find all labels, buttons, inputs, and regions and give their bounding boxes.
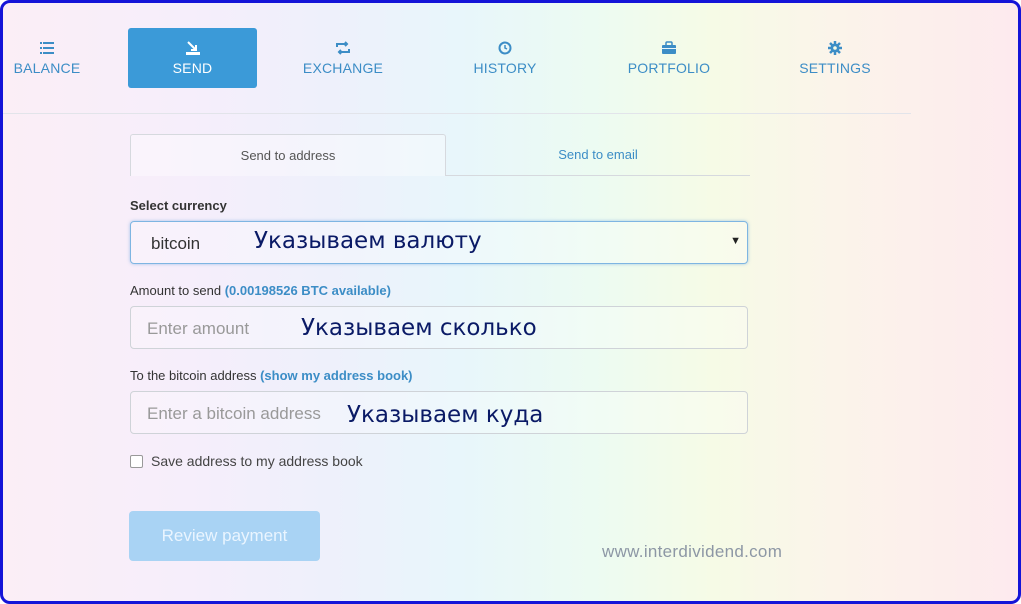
save-address-label: Save address to my address book	[151, 453, 363, 469]
save-address-row: Save address to my address book	[130, 453, 363, 469]
address-annotation: Указываем куда	[347, 402, 544, 428]
address-placeholder: Enter a bitcoin address	[147, 404, 321, 423]
nav-settings-label: SETTINGS	[799, 59, 871, 76]
nav-exchange-label: EXCHANGE	[302, 59, 384, 76]
tab-send-to-email[interactable]: Send to email	[446, 134, 750, 176]
currency-value: bitcoin	[151, 234, 201, 253]
app-frame: BALANCE SEND EXCHANGE HISTORY PORTFOLIO …	[0, 0, 1021, 604]
address-book-link[interactable]: (show my address book)	[260, 368, 412, 383]
amount-input[interactable]: Enter amount Указываем сколько	[130, 306, 748, 349]
nav-send[interactable]: SEND	[128, 28, 257, 88]
nav-send-label: SEND	[172, 59, 213, 76]
amount-available: (0.00198526 BTC available)	[224, 283, 391, 298]
nav-settings[interactable]: SETTINGS	[793, 28, 877, 88]
nav-portfolio[interactable]: PORTFOLIO	[619, 28, 719, 88]
nav-history[interactable]: HISTORY	[465, 28, 545, 88]
dropdown-caret-icon: ▼	[730, 235, 741, 247]
save-address-checkbox[interactable]	[130, 454, 143, 468]
amount-annotation: Указываем сколько	[301, 315, 537, 341]
currency-annotation: Указываем валюту	[254, 228, 482, 254]
gear-icon	[828, 40, 842, 55]
nav-portfolio-label: PORTFOLIO	[627, 59, 711, 76]
send-icon	[185, 40, 200, 55]
review-payment-button[interactable]: Review payment	[129, 511, 320, 561]
nav-balance-label: BALANCE	[13, 59, 81, 76]
amount-placeholder: Enter amount	[147, 319, 250, 338]
nav-balance[interactable]: BALANCE	[3, 28, 91, 88]
address-label: To the bitcoin address (show my address …	[130, 368, 413, 383]
list-icon	[40, 41, 54, 54]
nav-history-label: HISTORY	[473, 59, 537, 76]
amount-label: Amount to send (0.00198526 BTC available…	[130, 283, 391, 298]
watermark: www.interdividend.com	[602, 542, 783, 561]
clock-icon	[498, 41, 512, 54]
top-navigation: BALANCE SEND EXCHANGE HISTORY PORTFOLIO …	[3, 3, 911, 114]
tab-send-to-address[interactable]: Send to address	[130, 134, 446, 176]
nav-exchange[interactable]: EXCHANGE	[293, 28, 393, 88]
send-mode-tabs: Send to address Send to email	[130, 134, 750, 176]
address-input[interactable]: Enter a bitcoin address Указываем куда	[130, 391, 748, 434]
currency-label: Select currency	[130, 198, 227, 213]
address-label-text: To the bitcoin address	[130, 368, 257, 383]
currency-select[interactable]: bitcoin Указываем валюту ▼	[130, 221, 748, 264]
exchange-icon	[336, 40, 350, 55]
amount-label-text: Amount to send	[130, 283, 222, 298]
briefcase-icon	[662, 40, 676, 54]
